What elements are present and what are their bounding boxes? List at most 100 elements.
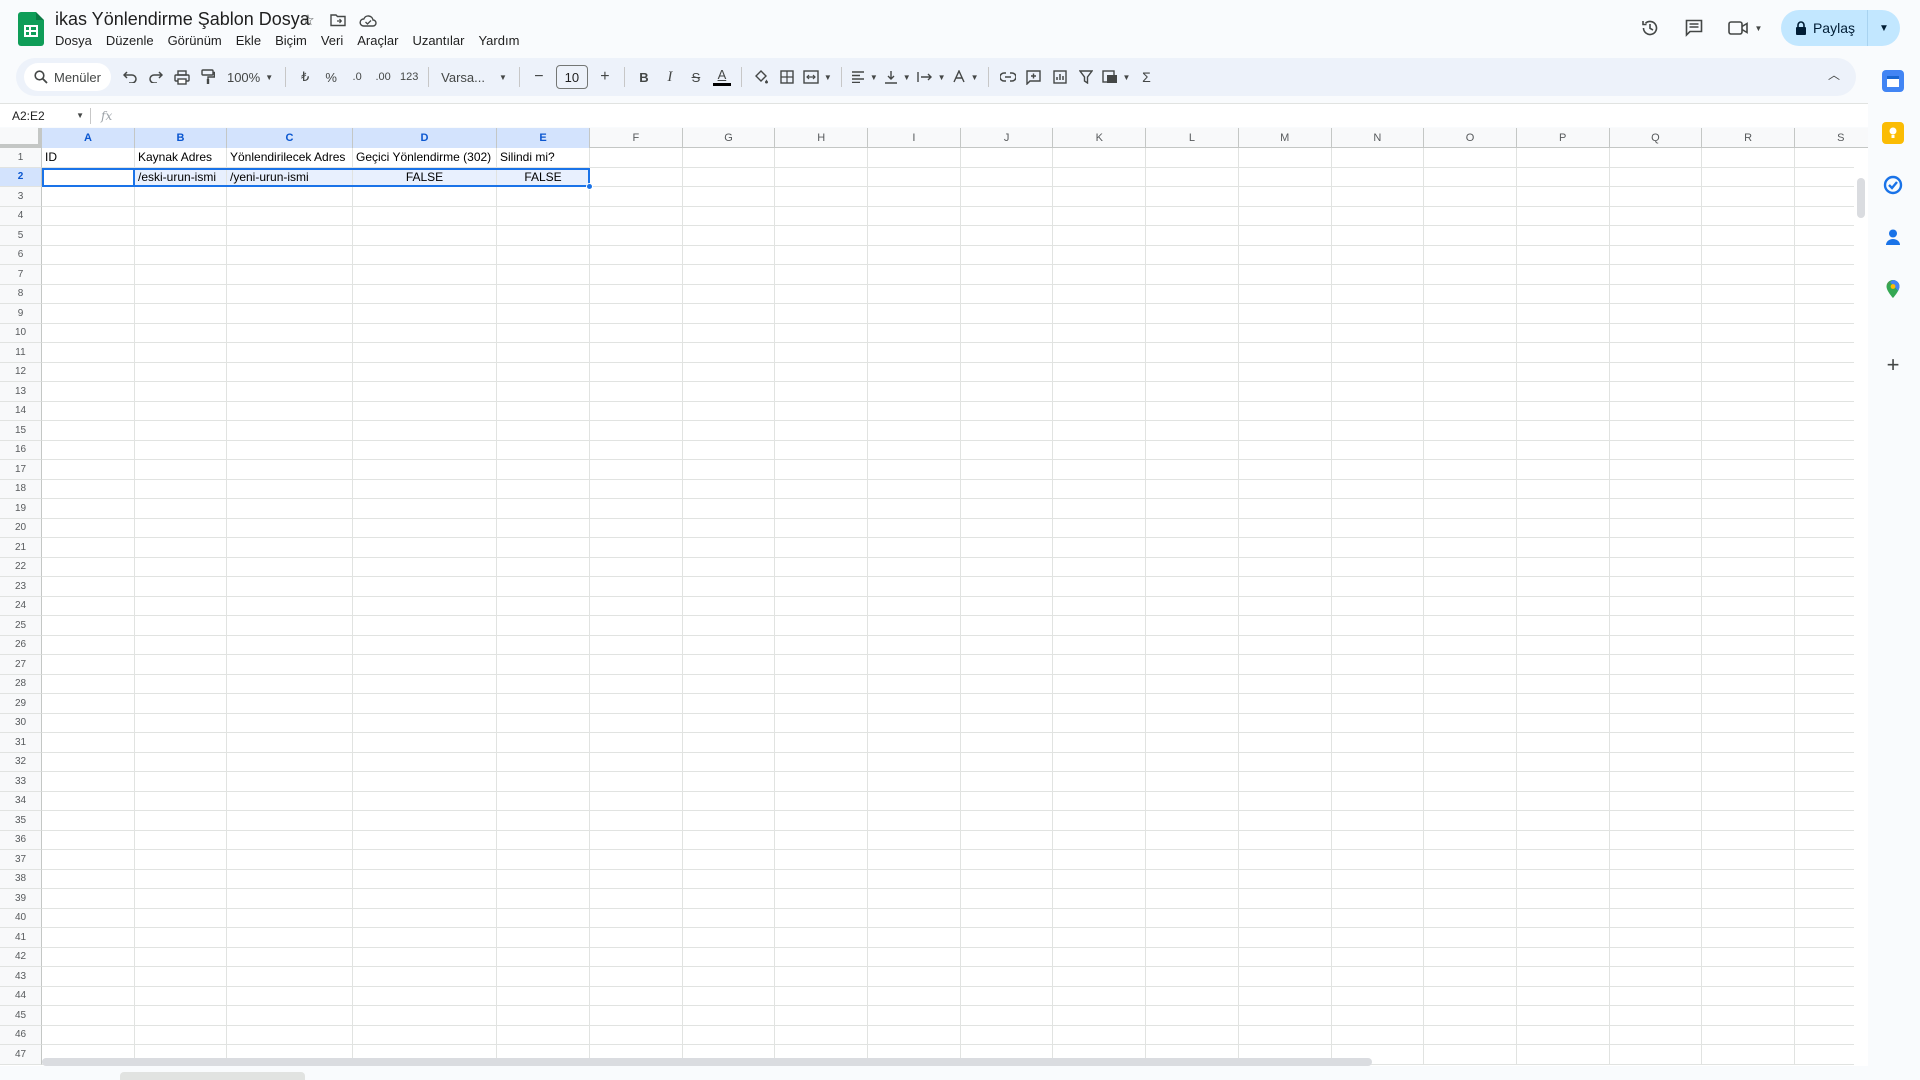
cell-r42[interactable] [1702,947,1795,967]
cell-r18[interactable] [1702,479,1795,499]
cell-f28[interactable] [590,674,683,694]
cell-j7[interactable] [960,265,1054,285]
column-header-k[interactable]: K [1053,128,1147,148]
cell-p20[interactable] [1516,518,1610,538]
cell-n13[interactable] [1331,382,1425,402]
cell-c41[interactable] [227,928,353,948]
cell-j14[interactable] [960,401,1054,421]
cell-h8[interactable] [775,284,869,304]
cell-n38[interactable] [1331,869,1425,889]
menu-ekle[interactable]: Ekle [229,32,268,50]
cell-a45[interactable] [42,1006,135,1026]
cell-j12[interactable] [960,362,1054,382]
cell-p39[interactable] [1516,889,1610,909]
cell-a37[interactable] [42,850,135,870]
menu-yardim[interactable]: Yardım [471,32,526,50]
cell-m32[interactable] [1238,752,1332,772]
cell-k35[interactable] [1053,811,1147,831]
cell-p40[interactable] [1516,908,1610,928]
cell-r47[interactable] [1702,1045,1795,1065]
cell-m14[interactable] [1238,401,1332,421]
cell-n12[interactable] [1331,362,1425,382]
cell-m23[interactable] [1238,577,1332,597]
cell-g33[interactable] [682,772,776,792]
cell-k8[interactable] [1053,284,1147,304]
cell-m37[interactable] [1238,850,1332,870]
cell-b23[interactable] [135,577,227,597]
cell-j24[interactable] [960,596,1054,616]
cell-b7[interactable] [135,265,227,285]
cell-n2[interactable] [1331,167,1425,187]
row-header-27[interactable]: 27 [0,655,42,675]
cell-b15[interactable] [135,421,227,441]
cell-c24[interactable] [227,596,353,616]
cell-a24[interactable] [42,596,135,616]
cell-m9[interactable] [1238,304,1332,324]
meet-dropdown-icon[interactable]: ▼ [1755,24,1763,33]
cell-l22[interactable] [1146,557,1239,577]
cell-g37[interactable] [682,850,776,870]
fill-handle[interactable] [586,183,593,190]
cell-i28[interactable] [868,674,961,694]
cell-r22[interactable] [1702,557,1795,577]
cell-c26[interactable] [227,635,353,655]
cell-b33[interactable] [135,772,227,792]
cell-m2[interactable] [1238,167,1332,187]
cell-i22[interactable] [868,557,961,577]
cell-f41[interactable] [590,928,683,948]
cell-m11[interactable] [1238,343,1332,363]
cell-n31[interactable] [1331,733,1425,753]
cell-g31[interactable] [682,733,776,753]
cell-e9[interactable] [497,304,590,324]
row-header-23[interactable]: 23 [0,577,42,597]
cell-m22[interactable] [1238,557,1332,577]
cell-p9[interactable] [1516,304,1610,324]
cell-d13[interactable] [353,382,497,402]
cell-n18[interactable] [1331,479,1425,499]
cell-b29[interactable] [135,694,227,714]
cell-d44[interactable] [353,986,497,1006]
cell-m43[interactable] [1238,967,1332,987]
cell-d20[interactable] [353,518,497,538]
cell-k10[interactable] [1053,323,1147,343]
cell-b44[interactable] [135,986,227,1006]
cell-l8[interactable] [1146,284,1239,304]
cell-i29[interactable] [868,694,961,714]
cell-i33[interactable] [868,772,961,792]
cell-m20[interactable] [1238,518,1332,538]
cell-b38[interactable] [135,869,227,889]
cell-o38[interactable] [1424,869,1517,889]
cell-o30[interactable] [1424,713,1517,733]
cell-f21[interactable] [590,538,683,558]
cell-r36[interactable] [1702,830,1795,850]
cloud-saved-icon[interactable] [358,10,378,30]
cell-e42[interactable] [497,947,590,967]
cell-i16[interactable] [868,440,961,460]
cell-c16[interactable] [227,440,353,460]
cell-i19[interactable] [868,499,961,519]
cell-r34[interactable] [1702,791,1795,811]
cell-q5[interactable] [1609,226,1703,246]
cell-f40[interactable] [590,908,683,928]
cell-g24[interactable] [682,596,776,616]
cell-e18[interactable] [497,479,590,499]
row-header-45[interactable]: 45 [0,1006,42,1026]
cell-k42[interactable] [1053,947,1147,967]
vertical-scrollbar[interactable] [1854,148,1868,1066]
cell-k44[interactable] [1053,986,1147,1006]
cell-c12[interactable] [227,362,353,382]
cell-i26[interactable] [868,635,961,655]
cell-d32[interactable] [353,752,497,772]
cell-j27[interactable] [960,655,1054,675]
cell-l23[interactable] [1146,577,1239,597]
cell-m24[interactable] [1238,596,1332,616]
cell-c30[interactable] [227,713,353,733]
cell-g13[interactable] [682,382,776,402]
cell-p36[interactable] [1516,830,1610,850]
cell-d5[interactable] [353,226,497,246]
cell-k13[interactable] [1053,382,1147,402]
cell-m15[interactable] [1238,421,1332,441]
cell-r3[interactable] [1702,187,1795,207]
cell-a2[interactable] [42,167,135,187]
cell-p27[interactable] [1516,655,1610,675]
